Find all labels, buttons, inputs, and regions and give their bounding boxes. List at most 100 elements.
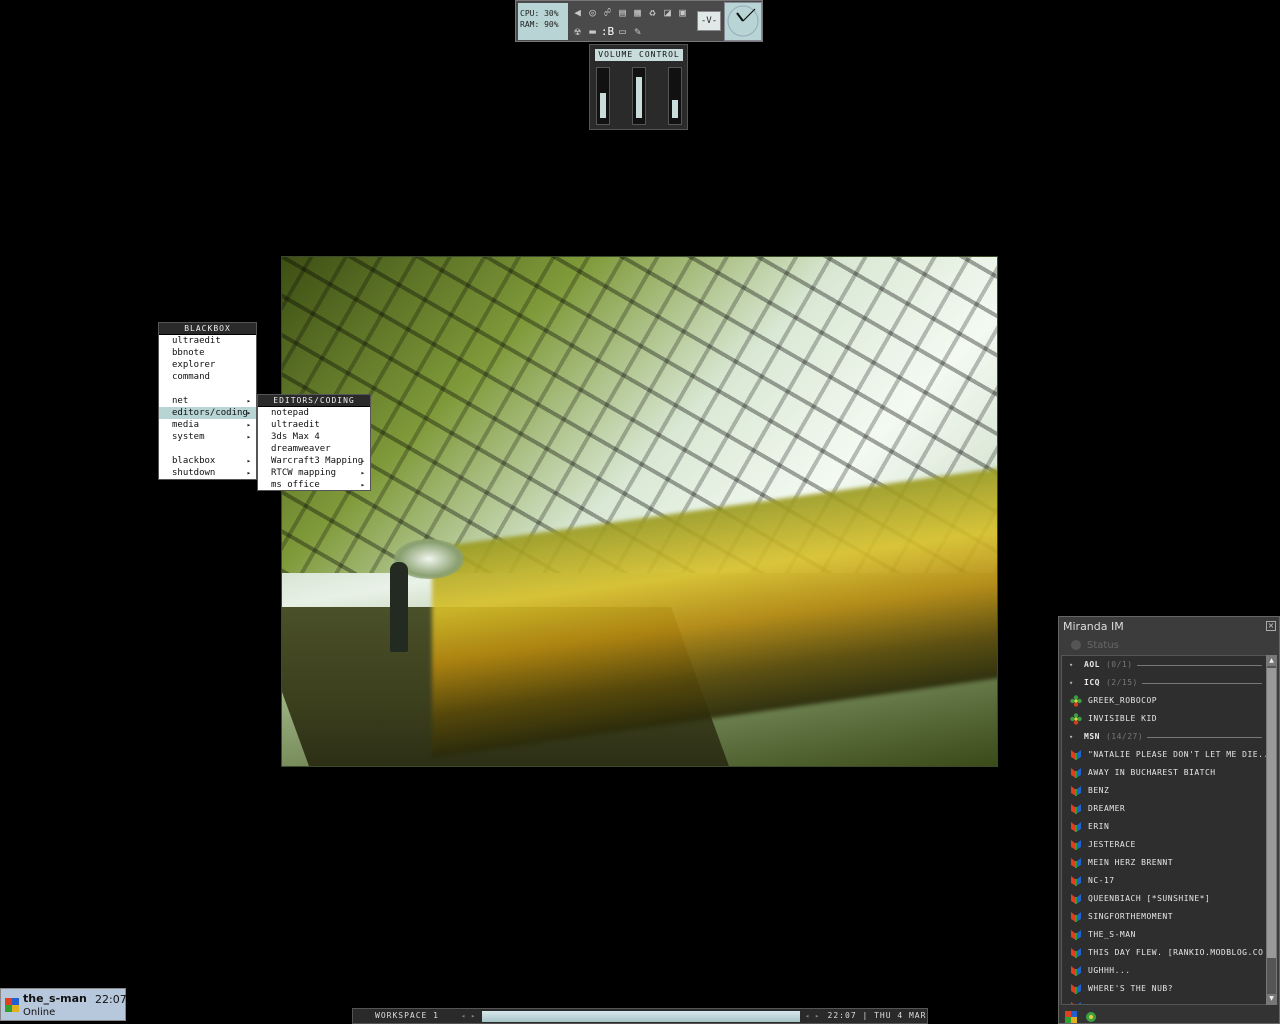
taskbar-window-area[interactable]	[482, 1011, 800, 1022]
contact-group[interactable]: ▾ AOL (0/1)	[1062, 656, 1266, 674]
menu-item[interactable]: net ▸	[159, 395, 256, 407]
menu-item[interactable]: dreamweaver	[258, 443, 370, 455]
workspace-prev-icon[interactable]: ◂	[461, 1009, 466, 1023]
contact-item[interactable]: "NATALIE PLEASE DON'T LET ME DIE...	[1062, 746, 1266, 764]
msn-butterfly-icon	[1070, 767, 1082, 779]
volume-slider-right[interactable]	[668, 67, 682, 125]
msn-butterfly-icon	[1070, 911, 1082, 923]
contact-item[interactable]: DREAMER	[1062, 800, 1266, 818]
volume-slider-master[interactable]	[632, 67, 646, 125]
miranda-title-bar: Miranda IM ×	[1059, 617, 1279, 637]
contact-item[interactable]: JESTERACE	[1062, 836, 1266, 854]
volume-toggle-button[interactable]: -V-	[697, 11, 721, 31]
window-prev-icon[interactable]: ◂	[805, 1009, 810, 1023]
system-monitor-dock: CPU: 30% RAM: 90% ◀ ◎ ☍ ▤ ▦ ♻ ◪ ▣ ☢ ▬:B ▭ ✎ -V-	[515, 0, 763, 42]
submenu-arrow-icon: ▸	[246, 457, 251, 465]
icq-flower-icon[interactable]	[1085, 1008, 1097, 1022]
menu-item[interactable]: Warcraft3 Mapping ▸	[258, 455, 370, 467]
contact-item[interactable]: BENZ	[1062, 782, 1266, 800]
contact-list-scrollbar[interactable]: ▲ ▼	[1266, 655, 1277, 1005]
contact-item[interactable]: THE_S-MAN	[1062, 926, 1266, 944]
analog-clock-icon	[724, 2, 762, 41]
cpu-usage: CPU: 30%	[520, 9, 559, 18]
menu-item[interactable]: ms office ▸	[258, 479, 370, 491]
disk-icon[interactable]: ▬	[585, 23, 600, 40]
windows-icon[interactable]: ▦	[630, 4, 645, 21]
contact-item[interactable]: THIS DAY FLEW. [RANKIO.MODBLOG.CO	[1062, 944, 1266, 962]
contact-name: QUEENBIACH [*SUNSHINE*]	[1088, 894, 1211, 903]
menu-item[interactable]: notepad	[258, 407, 370, 419]
group-divider	[1141, 683, 1262, 684]
workspace-label[interactable]: WORKSPACE 1	[357, 1009, 457, 1023]
menu-item[interactable]: explorer	[159, 359, 256, 371]
msn-butterfly-icon	[1070, 983, 1082, 995]
contact-item[interactable]: GREEK_ROBOCOP	[1062, 692, 1266, 710]
msn-butterfly-icon	[1070, 821, 1082, 833]
menu-item[interactable]: RTCW mapping ▸	[258, 467, 370, 479]
menu-item-label: ms office	[271, 480, 320, 490]
blackbox-root-menu: BLACKBOX ultraedit bbnote explorer command n…	[158, 322, 257, 480]
menu-item[interactable]: editors/coding ▸	[159, 407, 256, 419]
contact-group[interactable]: ▾ MSN (14/27)	[1062, 728, 1266, 746]
volume-slider-left[interactable]	[596, 67, 610, 125]
scrollbar-thumb[interactable]	[1267, 668, 1276, 958]
contact-item[interactable]: UGHHH...	[1062, 962, 1266, 980]
graph-icon[interactable]: ◪	[660, 4, 675, 21]
menu-item[interactable]: ultraedit	[159, 335, 256, 347]
dock-icon-grid: ◀ ◎ ☍ ▤ ▦ ♻ ◪ ▣ ☢ ▬:B ▭ ✎	[570, 3, 694, 40]
network-icon[interactable]: ☍	[600, 4, 615, 21]
menu-item[interactable]: ultraedit	[258, 419, 370, 431]
msn-user-tray[interactable]: the_s-man 22:07 Online	[0, 988, 127, 1021]
group-collapse-icon[interactable]: ▾	[1069, 674, 1074, 692]
radioactive-icon[interactable]: ☢	[570, 23, 585, 40]
recycle-icon[interactable]: ♻	[645, 4, 660, 21]
cd-icon[interactable]: ◎	[585, 4, 600, 21]
workspace-next-icon[interactable]: ▸	[471, 1009, 476, 1023]
msn-butterfly-icon	[1070, 803, 1082, 815]
contact-item[interactable]: QUEENBIACH [*SUNSHINE*]	[1062, 890, 1266, 908]
group-collapse-icon[interactable]: ▾	[1069, 656, 1074, 674]
menu-item[interactable]: 3ds Max 4	[258, 431, 370, 443]
menu-item[interactable]: blackbox ▸	[159, 455, 256, 467]
pen-icon[interactable]: ✎	[630, 23, 645, 40]
menu-item[interactable]: system ▸	[159, 431, 256, 443]
msn-butterfly-icon	[1070, 893, 1082, 905]
window-next-icon[interactable]: ▸	[815, 1009, 820, 1023]
tray-icon[interactable]: ▣	[675, 4, 690, 21]
menu-item-label: net	[172, 396, 189, 406]
contact-item[interactable]: ...	[1062, 998, 1266, 1004]
contact-name: MEIN HERZ BRENNT	[1088, 858, 1174, 867]
menu-item[interactable]: bbnote	[159, 347, 256, 359]
contact-name: SINGFORTHEMOMENT	[1088, 912, 1174, 921]
group-count: (2/15)	[1105, 678, 1138, 687]
scroll-down-icon[interactable]: ▼	[1267, 994, 1276, 1004]
contact-item[interactable]: MEIN HERZ BRENNT	[1062, 854, 1266, 872]
scroll-up-icon[interactable]: ▲	[1267, 656, 1276, 666]
group-collapse-icon[interactable]: ▾	[1069, 728, 1074, 746]
contact-item[interactable]: ERIN	[1062, 818, 1266, 836]
contact-item[interactable]: WHERE'S THE NUB?	[1062, 980, 1266, 998]
contact-item[interactable]: INVISIBLE KID	[1062, 710, 1266, 728]
menu-item[interactable]: shutdown ▸	[159, 467, 256, 479]
submenu-items: notepad ultraedit 3ds Max 4 dreamweaver Warc…	[258, 407, 370, 491]
contact-group[interactable]: ▾ ICQ (2/15)	[1062, 674, 1266, 692]
menu-title: BLACKBOX	[159, 323, 256, 335]
b-icon[interactable]: :B	[600, 23, 615, 40]
contact-item[interactable]: AWAY IN BUCHAREST BIATCH	[1062, 764, 1266, 782]
contact-name: GREEK_ROBOCOP	[1088, 696, 1158, 705]
chart-icon[interactable]: ▤	[615, 4, 630, 21]
msn-butterfly-icon[interactable]	[1065, 1008, 1077, 1023]
group-name: ICQ	[1084, 678, 1100, 687]
status-selector[interactable]: Status	[1059, 637, 1279, 655]
monitor-icon[interactable]: ▭	[615, 23, 630, 40]
speaker-icon[interactable]: ◀	[570, 4, 585, 21]
contact-name: UGHHH...	[1088, 966, 1131, 975]
group-name: AOL	[1084, 660, 1100, 669]
menu-item[interactable]: media ▸	[159, 419, 256, 431]
contact-item[interactable]: NC-17	[1062, 872, 1266, 890]
contact-item[interactable]: SINGFORTHEMOMENT	[1062, 908, 1266, 926]
close-icon[interactable]: ×	[1266, 621, 1276, 631]
menu-item[interactable]: command	[159, 371, 256, 383]
contact-name: JESTERACE	[1088, 840, 1136, 849]
toolbar-clock: 22:07 | THU 4 MAR	[827, 1011, 927, 1020]
